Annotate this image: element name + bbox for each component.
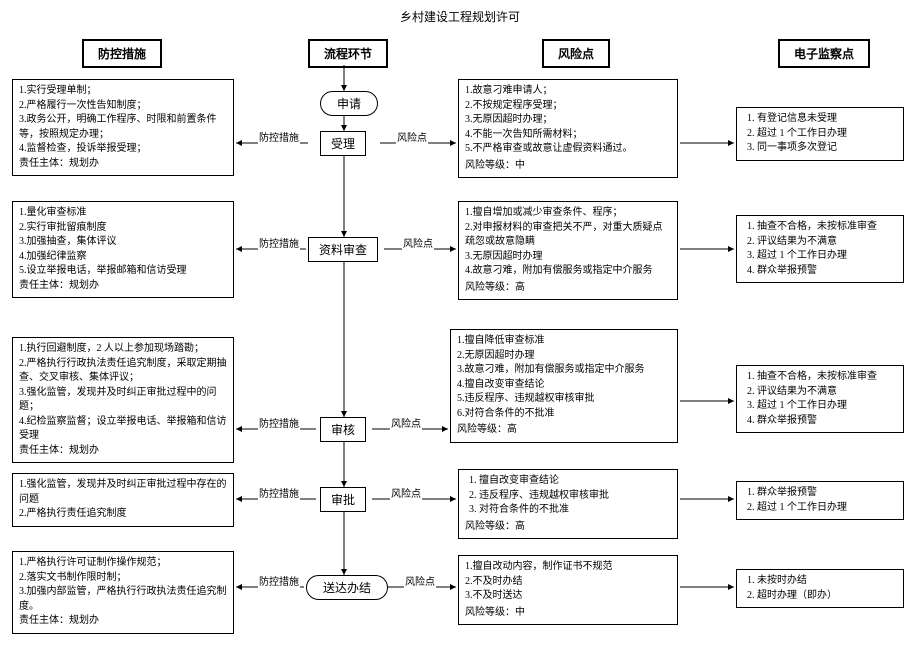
flow-deliver: 送达办结 — [306, 575, 388, 600]
lbl-prevent-doc: 防控措施 — [258, 235, 300, 250]
lbl-prevent-app: 防控措施 — [258, 485, 300, 500]
lbl-prevent-accept: 防控措施 — [258, 129, 300, 144]
monitor-review: 抽查不合格，未按标准审查 评议结果为不满意 超过 1 个工作日办理 群众举报预警 — [736, 365, 904, 433]
lbl-risk-accept: 风险点 — [396, 129, 428, 144]
col-header-flow: 流程环节 — [308, 39, 388, 68]
col-header-monitor: 电子监察点 — [778, 39, 870, 68]
col-header-prevent: 防控措施 — [82, 39, 162, 68]
monitor-approve: 群众举报预警 超过 1 个工作日办理 — [736, 481, 904, 520]
monitor-deliver: 未按时办结 超时办理（即办） — [736, 569, 904, 608]
flow-review: 审核 — [320, 417, 366, 442]
prevent-approve: 1.强化监管，发现并及时纠正审批过程中存在的问题 2.严格执行责任追究制度 — [12, 473, 234, 527]
lbl-risk-app: 风险点 — [390, 485, 422, 500]
prevent-deliver: 1.严格执行许可证制作操作规范； 2.落实文书制作限时制； 3.加强内部监管，严… — [12, 551, 234, 634]
flow-apply: 申请 — [320, 91, 378, 116]
risk-approve: 擅自改变审查结论 违反程序、违规越权审核审批 对符合条件的不批准 风险等级：高 — [458, 469, 678, 539]
diagram-grid: 防控措施 流程环节 风险点 电子监察点 申请 受理 资料审查 审核 审批 送达办… — [8, 29, 912, 649]
risk-accept: 1.故意刁难申请人； 2.不按规定程序受理； 3.无原因超时办理； 4.不能一次… — [458, 79, 678, 178]
monitor-accept: 有登记信息未受理 超过 1 个工作日办理 同一事项多次登记 — [736, 107, 904, 161]
flow-accept: 受理 — [320, 131, 366, 156]
risk-deliver: 1.擅自改动内容，制作证书不规范 2.不及时办结 3.不及时送达 风险等级：中 — [458, 555, 678, 625]
lbl-risk-rev: 风险点 — [390, 415, 422, 430]
prevent-accept: 1.实行受理单制； 2.严格履行一次性告知制度； 3.政务公开，明确工作程序、时… — [12, 79, 234, 176]
risk-review: 1.擅自降低审查标准 2.无原因超时办理 3.故意刁难，附加有偿服务或指定中介服… — [450, 329, 678, 443]
flow-approve: 审批 — [320, 487, 366, 512]
monitor-docreview: 抽查不合格，未按标准审查 评议结果为不满意 超过 1 个工作日办理 群众举报预警 — [736, 215, 904, 283]
prevent-review: 1.执行回避制度，2 人以上参加现场踏勘； 2.严格执行行政执法责任追究制度，采… — [12, 337, 234, 463]
lbl-risk-del: 风险点 — [404, 573, 436, 588]
col-header-risk: 风险点 — [542, 39, 610, 68]
lbl-prevent-del: 防控措施 — [258, 573, 300, 588]
risk-docreview: 1.擅自增加或减少审查条件、程序； 2.对申报材料的审查把关不严，对重大质疑点疏… — [458, 201, 678, 300]
flow-docreview: 资料审查 — [308, 237, 378, 262]
lbl-prevent-rev: 防控措施 — [258, 415, 300, 430]
prevent-docreview: 1.量化审查标准 2.实行审批留痕制度 3.加强抽查，集体评议 4.加强纪律监察… — [12, 201, 234, 298]
page-title: 乡村建设工程规划许可 — [8, 8, 912, 25]
lbl-risk-doc: 风险点 — [402, 235, 434, 250]
